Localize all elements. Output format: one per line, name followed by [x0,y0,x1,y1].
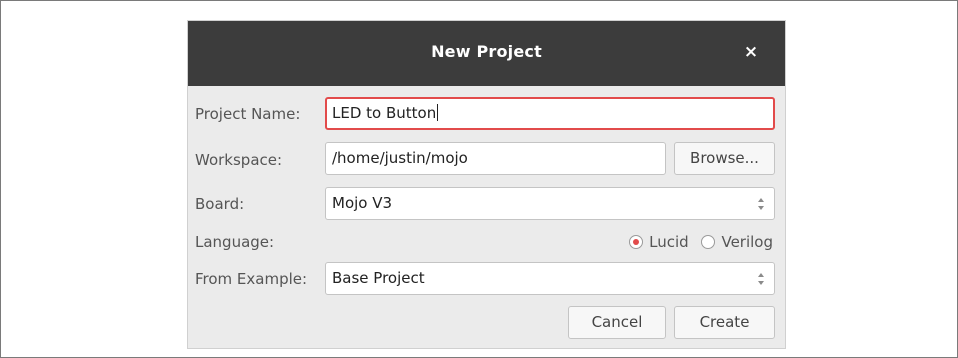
close-icon[interactable]: × [741,42,761,62]
board-select[interactable]: Mojo V3 [325,187,775,220]
dialog-titlebar: New Project × [188,21,785,86]
updown-arrows-icon [758,273,764,285]
language-label: Language: [195,233,275,251]
from-example-selected-value: Base Project [332,269,425,287]
browse-button[interactable]: Browse... [674,142,775,175]
dialog-title: New Project [431,42,542,61]
language-radio-group: Lucid Verilog [629,232,773,252]
create-button[interactable]: Create [674,306,775,339]
workspace-value: /home/justin/mojo [332,149,468,167]
workspace-input[interactable]: /home/justin/mojo [325,142,666,175]
from-example-label: From Example: [195,270,308,288]
cancel-button[interactable]: Cancel [568,306,666,339]
project-name-value: LED to Button [332,104,437,122]
radio-verilog[interactable] [701,235,716,249]
new-project-dialog: New Project × Project Name: LED to Butto… [188,21,785,348]
project-name-input[interactable]: LED to Button [325,97,775,130]
radio-verilog-label[interactable]: Verilog [721,233,773,251]
board-label: Board: [195,195,245,213]
radio-lucid-label[interactable]: Lucid [649,233,689,251]
text-caret [437,104,439,121]
workspace-label: Workspace: [195,151,283,169]
radio-lucid[interactable] [629,235,644,249]
from-example-select[interactable]: Base Project [325,262,775,295]
screenshot-frame: New Project × Project Name: LED to Butto… [0,0,958,358]
updown-arrows-icon [758,198,764,210]
project-name-label: Project Name: [195,105,301,123]
board-selected-value: Mojo V3 [332,194,393,212]
